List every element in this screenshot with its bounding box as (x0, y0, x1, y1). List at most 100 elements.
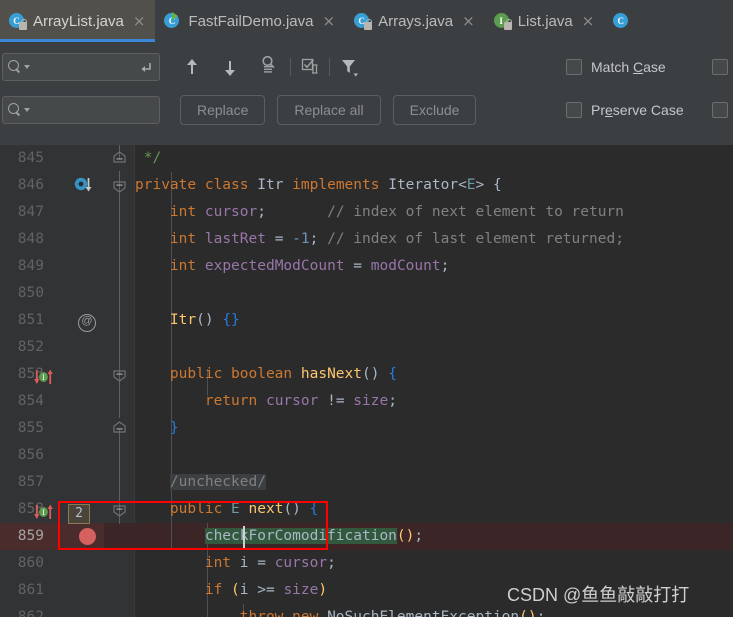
close-icon[interactable]: × (582, 13, 595, 29)
exclude-button[interactable]: Exclude (392, 95, 477, 125)
match-case-checkbox[interactable] (566, 59, 582, 75)
close-icon[interactable]: × (462, 13, 475, 29)
class-icon: C (613, 12, 631, 30)
replace-button-label: Replace (197, 102, 249, 118)
fold-start-marker[interactable] (112, 178, 126, 193)
implemented-by-icon[interactable] (74, 177, 93, 196)
line-number: 862 (17, 609, 44, 617)
class-runnable-icon: C (164, 12, 182, 30)
class-locked-icon: C (354, 12, 373, 30)
match-case-option[interactable]: Match Case (566, 59, 666, 75)
fold-stem (119, 388, 120, 418)
tab-icon-letter: C (613, 13, 629, 28)
find-replace-toolbar: Match Case Replace Replace all Exclude P… (0, 42, 733, 146)
lock-icon (503, 19, 512, 30)
fold-start-marker[interactable] (112, 367, 126, 382)
preserve-case-option[interactable]: Preserve Case (566, 102, 684, 118)
arrow-down-icon (224, 59, 237, 76)
code-line-849: int expectedModCount = modCount; (169, 258, 450, 274)
line-number: 856 (17, 447, 44, 463)
code-line-858: public E next() { (169, 501, 319, 517)
filter-button[interactable] (335, 53, 363, 81)
watermark-text: CSDN @鱼鱼敲敲打打 (507, 585, 690, 605)
replace-row: Replace Replace all Exclude Preserve Cas… (0, 88, 733, 132)
line-number: 857 (17, 474, 44, 490)
fold-start-marker[interactable] (112, 502, 126, 517)
preserve-case-label: Preserve Case (591, 102, 684, 118)
replace-all-button[interactable]: Replace all (277, 95, 381, 125)
filter-icon (340, 58, 358, 77)
code-line-847: int cursor; // index of next element to … (169, 204, 624, 220)
code-line-860: int i = cursor; (204, 555, 336, 571)
text-caret (243, 526, 245, 548)
multiline-toggle-icon[interactable] (138, 61, 152, 75)
find-next-button[interactable] (216, 53, 244, 81)
code-line-857: /unchecked/ (169, 474, 266, 490)
line-number: 849 (17, 258, 44, 274)
editor-tab-arraylist[interactable]: C ArrayList.java × (0, 0, 156, 42)
close-icon[interactable]: × (133, 13, 146, 29)
find-previous-button[interactable] (178, 53, 206, 81)
class-locked-icon: C (9, 12, 27, 30)
line-number: 854 (17, 393, 44, 409)
line-number-current: 859 (17, 528, 44, 544)
code-line-851: Itr() {} (169, 312, 240, 328)
line-number: 850 (17, 285, 44, 301)
line-number: 852 (17, 339, 44, 355)
code-line-845: */ (135, 150, 162, 166)
toolbar-divider-2 (329, 58, 330, 76)
find-row: Match Case (0, 45, 733, 89)
run-triangle-icon (172, 12, 179, 20)
code-text-area[interactable]: */ private class Itr implements Iterator… (135, 145, 733, 617)
interface-locked-icon: I (493, 12, 512, 30)
in-comments-option-partial[interactable] (712, 102, 728, 118)
search-icon (8, 102, 23, 118)
editor-tab-fastfaildemo[interactable]: C FastFailDemo.java × (155, 0, 346, 42)
code-editor[interactable]: 845 846 847 848 849 850 851 852 853 854 … (0, 145, 733, 617)
editor-tab-list[interactable]: I List.java × (484, 0, 605, 42)
replace-button[interactable]: Replace (180, 95, 266, 125)
line-number: 861 (17, 582, 44, 598)
regex-checkbox[interactable] (712, 59, 728, 75)
annotation-icon[interactable]: @ (78, 314, 96, 332)
line-number: 851 (17, 312, 44, 328)
line-number: 846 (17, 177, 44, 193)
toolbar-divider (290, 58, 291, 76)
preserve-case-checkbox[interactable] (566, 102, 582, 118)
line-number: 847 (17, 204, 44, 220)
breakpoint-icon[interactable] (79, 528, 96, 545)
fold-end-marker[interactable] (112, 151, 126, 164)
code-line-859: checkForComodification(); (204, 528, 424, 544)
arrow-up-icon (186, 58, 199, 76)
line-number: 845 (17, 150, 44, 166)
chevron-down-icon[interactable] (24, 65, 30, 69)
overriding-method-icon[interactable]: I (34, 369, 53, 387)
code-line-848: int lastRet = -1; // index of last eleme… (169, 231, 624, 247)
select-all-occurrences-button[interactable] (296, 53, 324, 81)
editor-tab-bar: C ArrayList.java × C FastFailDemo.java ×… (0, 0, 733, 42)
svg-text:I: I (42, 508, 45, 517)
regex-option-partial[interactable] (712, 59, 728, 75)
editor-tab-overflow-partial[interactable]: C (604, 0, 632, 42)
code-line-853: public boolean hasNext() { (169, 366, 397, 382)
line-number: 855 (17, 420, 44, 436)
editor-tab-label: Arrays.java (378, 12, 454, 30)
editor-tab-arrays[interactable]: C Arrays.java × (345, 0, 485, 42)
in-comments-checkbox[interactable] (712, 102, 728, 118)
fold-end-marker[interactable] (112, 421, 126, 434)
svg-text:I: I (42, 373, 45, 382)
close-icon[interactable]: × (323, 13, 336, 29)
chevron-down-icon[interactable] (24, 108, 30, 112)
overriding-method-icon[interactable]: I (34, 504, 53, 522)
lock-icon (19, 19, 27, 30)
replace-input[interactable] (2, 96, 160, 124)
usage-count-badge[interactable]: 2 (68, 504, 90, 524)
search-input[interactable] (2, 53, 160, 81)
match-case-label: Match Case (591, 59, 666, 75)
editor-tab-label: FastFailDemo.java (188, 12, 314, 30)
find-all-button[interactable] (254, 53, 282, 81)
code-line-854: return cursor != size; (204, 393, 397, 409)
